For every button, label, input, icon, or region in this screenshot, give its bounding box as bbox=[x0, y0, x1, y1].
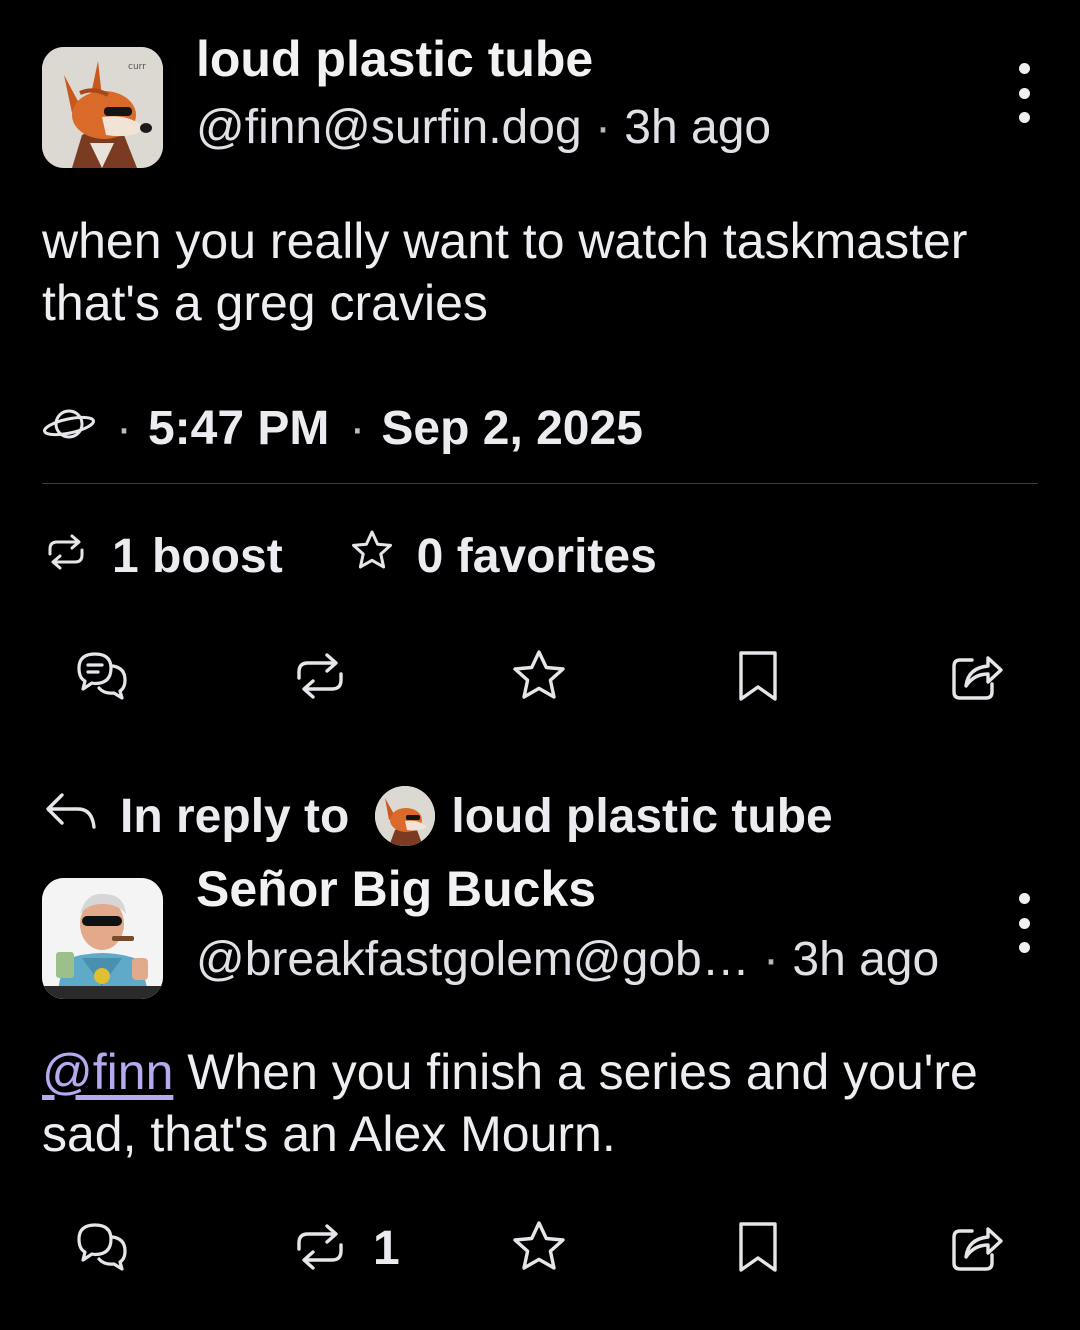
author-name[interactable]: Señor Big Bucks bbox=[196, 860, 596, 918]
boost-icon bbox=[297, 653, 343, 699]
author-handle-line: @finn@surfin.dog · 3h ago bbox=[196, 100, 771, 155]
reply-target-avatar bbox=[375, 786, 436, 846]
post-actions bbox=[0, 636, 1080, 716]
share-button[interactable] bbox=[937, 636, 1017, 716]
bookmark-button[interactable] bbox=[718, 1207, 798, 1287]
more-vertical-icon[interactable] bbox=[1012, 893, 1036, 953]
divider bbox=[42, 483, 1038, 484]
svg-text:curr: curr bbox=[128, 62, 146, 72]
mention-link[interactable]: @finn bbox=[42, 1044, 173, 1100]
star-icon bbox=[513, 650, 565, 699]
post-time-ago[interactable]: 3h ago bbox=[624, 101, 771, 154]
reply-icon bbox=[77, 1223, 127, 1271]
post-time-ago[interactable]: 3h ago bbox=[792, 933, 939, 986]
share-button[interactable] bbox=[937, 1207, 1017, 1287]
favorites-count: 0 favorites bbox=[416, 529, 657, 583]
dot-separator: · bbox=[749, 933, 793, 986]
bookmark-icon bbox=[739, 1222, 777, 1272]
fox-avatar-image: curr bbox=[42, 47, 163, 168]
globe-icon bbox=[42, 401, 96, 456]
reply-button[interactable] bbox=[63, 636, 143, 716]
favorites-stat[interactable]: 0 favorites bbox=[349, 528, 657, 584]
bookmark-button[interactable] bbox=[718, 636, 798, 716]
favorite-button[interactable] bbox=[499, 1207, 579, 1287]
author-name[interactable]: loud plastic tube bbox=[196, 30, 593, 88]
meta-separator: · bbox=[116, 401, 132, 455]
star-icon bbox=[513, 1221, 565, 1270]
boost-count: 1 bbox=[373, 1222, 400, 1275]
author-handle[interactable]: @breakfastgolem@gob… bbox=[196, 933, 750, 986]
star-icon bbox=[349, 528, 417, 584]
author-avatar[interactable]: curr bbox=[42, 47, 163, 168]
favorite-button[interactable] bbox=[499, 636, 579, 716]
meta-separator: · bbox=[349, 401, 366, 455]
author-handle-line: @breakfastgolem@gob… · 3h ago bbox=[196, 932, 939, 987]
post-time: 5:47 PM bbox=[147, 401, 330, 455]
boosts-stat[interactable]: 1 boost bbox=[42, 529, 283, 584]
more-vertical-icon[interactable] bbox=[1012, 63, 1036, 123]
boosts-count: 1 boost bbox=[112, 529, 283, 583]
post-actions: 1 bbox=[0, 1207, 1080, 1287]
in-reply-to[interactable]: In reply to loud plastic tube bbox=[42, 784, 833, 848]
author-avatar[interactable] bbox=[42, 878, 163, 999]
reply-icon bbox=[77, 652, 127, 700]
author-handle[interactable]: @finn@surfin.dog bbox=[196, 101, 582, 154]
post-content: @finn When you finish a series and you'r… bbox=[42, 1041, 1052, 1165]
dot-separator: · bbox=[581, 101, 625, 154]
boost-button[interactable] bbox=[280, 636, 360, 716]
reply-target-name[interactable]: loud plastic tube bbox=[451, 789, 832, 844]
post-content: when you really want to watch taskmaster… bbox=[42, 213, 968, 331]
post-stats: 1 boost 0 favorites bbox=[42, 526, 657, 586]
bookmark-icon bbox=[739, 651, 777, 701]
reply-arrow-icon bbox=[42, 787, 98, 845]
reply-button[interactable] bbox=[63, 1207, 143, 1287]
boost-icon bbox=[297, 1224, 343, 1270]
share-icon bbox=[952, 656, 1003, 700]
in-reply-to-label: In reply to bbox=[120, 789, 350, 843]
post-meta: · 5:47 PM · Sep 2, 2025 bbox=[42, 398, 643, 458]
post-text: When you finish a series and you're sad,… bbox=[42, 1044, 978, 1162]
share-icon bbox=[952, 1227, 1003, 1271]
boost-icon bbox=[42, 529, 112, 584]
boost-button[interactable] bbox=[280, 1207, 360, 1287]
post-date: Sep 2, 2025 bbox=[381, 401, 643, 455]
man-avatar-image bbox=[42, 878, 163, 999]
